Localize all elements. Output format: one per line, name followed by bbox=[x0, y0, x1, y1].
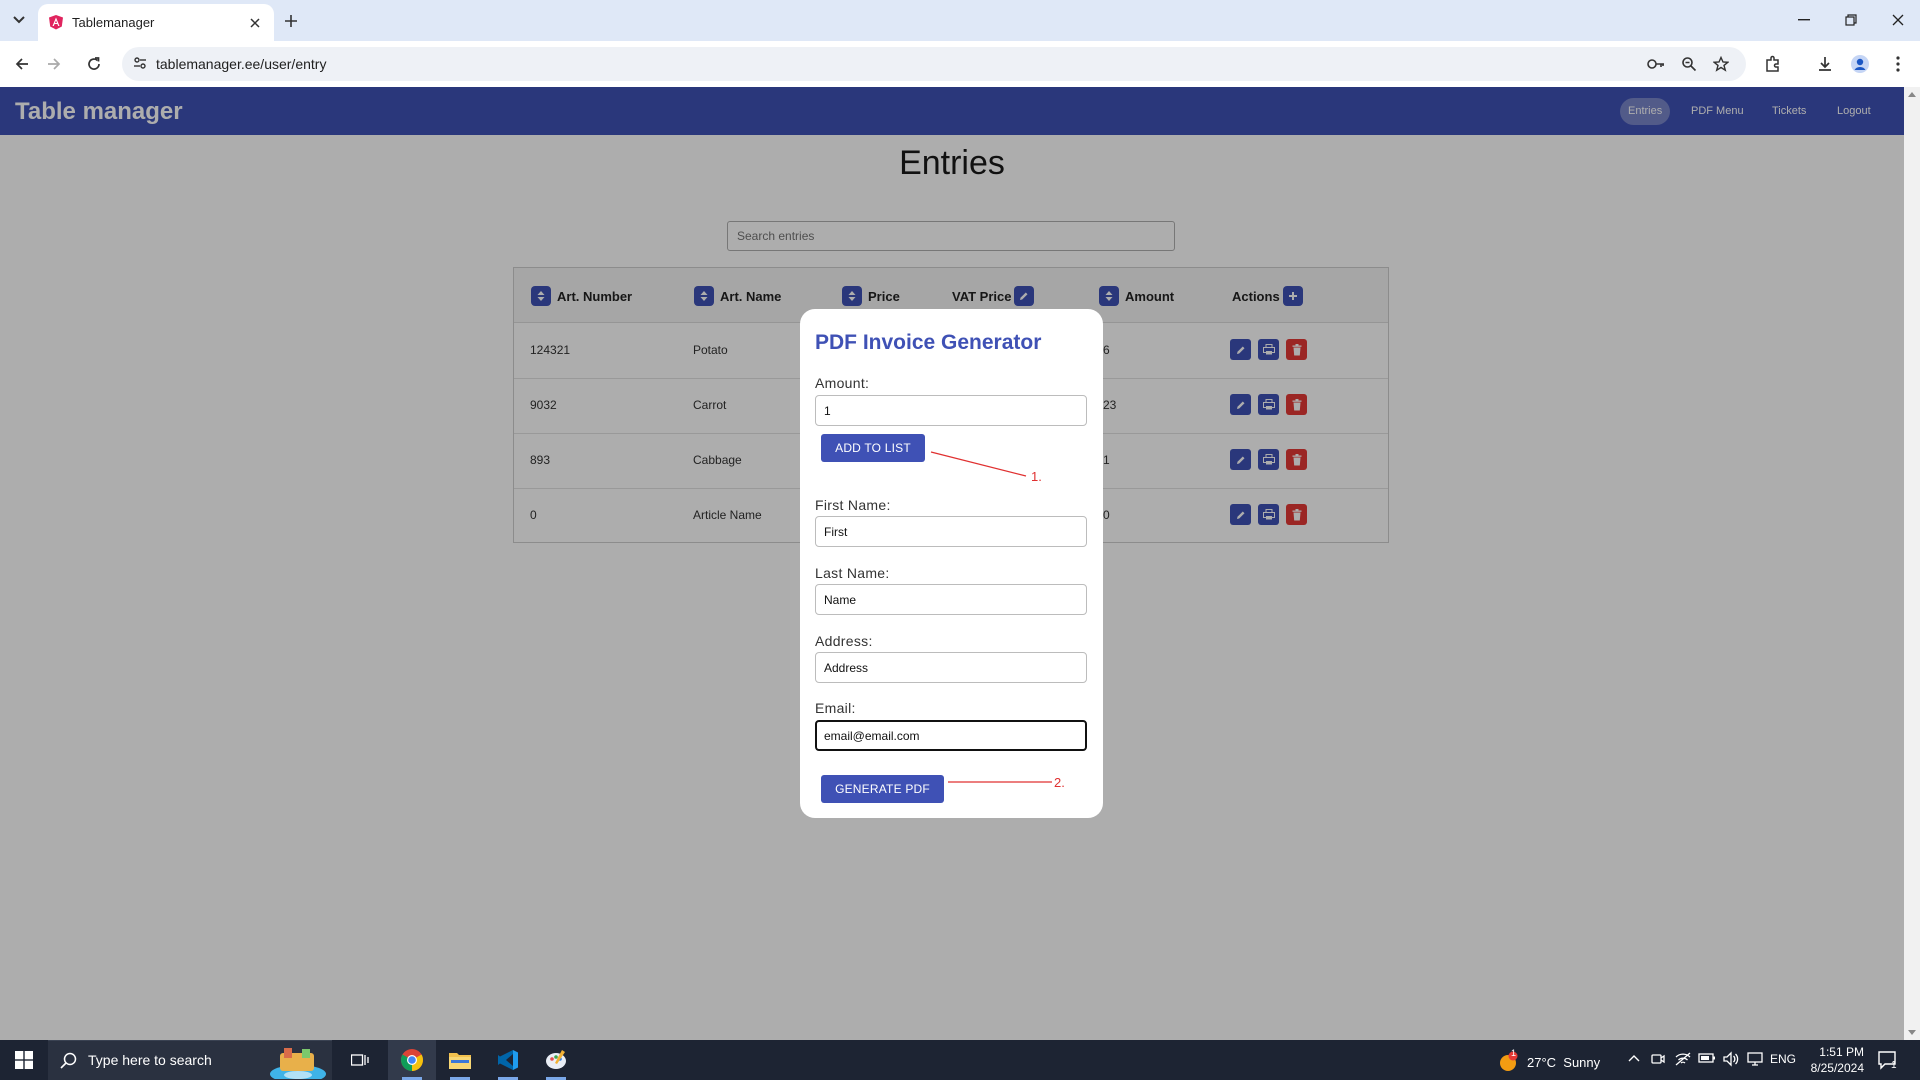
notification-count: 1 bbox=[1891, 1060, 1897, 1071]
web-page: Table manager Entries PDF Menu Tickets L… bbox=[0, 87, 1904, 1040]
bookmark-star-icon[interactable] bbox=[1710, 53, 1732, 75]
minimize-icon[interactable] bbox=[1784, 6, 1824, 34]
url-text[interactable]: tablemanager.ee/user/entry bbox=[156, 56, 326, 72]
weather-text: 27°C Sunny bbox=[1527, 1054, 1601, 1070]
close-window-icon[interactable] bbox=[1878, 6, 1918, 34]
taskbar-search-placeholder: Type here to search bbox=[88, 1052, 212, 1068]
zoom-icon[interactable] bbox=[1678, 53, 1700, 75]
site-info-icon[interactable] bbox=[132, 55, 148, 71]
angular-favicon-icon bbox=[48, 14, 64, 30]
weather-widget[interactable]: 1 27°C Sunny bbox=[1497, 1048, 1601, 1073]
show-hidden-icons-chevron-icon[interactable] bbox=[1628, 1054, 1640, 1062]
download-icon[interactable] bbox=[1813, 52, 1837, 76]
weather-badge: 1 bbox=[1510, 1048, 1516, 1058]
paint-app-icon[interactable] bbox=[532, 1040, 580, 1080]
chrome-taskbar-icon[interactable] bbox=[388, 1040, 436, 1080]
file-explorer-icon[interactable] bbox=[436, 1040, 484, 1080]
volume-icon[interactable] bbox=[1722, 1051, 1740, 1067]
browser-tab-strip: Tablemanager bbox=[0, 0, 1920, 41]
vscode-icon[interactable] bbox=[484, 1040, 532, 1080]
clock-date: 8/25/2024 bbox=[1810, 1061, 1864, 1075]
taskbar-search-box[interactable]: Type here to search bbox=[48, 1040, 332, 1080]
notification-center-icon[interactable]: 1 bbox=[1876, 1049, 1898, 1071]
battery-icon[interactable] bbox=[1698, 1051, 1716, 1065]
browser-menu-dots-icon[interactable] bbox=[1886, 52, 1910, 76]
task-view-icon[interactable] bbox=[336, 1040, 384, 1080]
extensions-puzzle-icon[interactable] bbox=[1761, 52, 1785, 76]
new-tab-plus-icon[interactable] bbox=[280, 10, 302, 32]
language-indicator[interactable]: ENG bbox=[1770, 1052, 1796, 1066]
meet-now-icon[interactable] bbox=[1650, 1051, 1666, 1067]
clock-time: 1:51 PM bbox=[1819, 1045, 1864, 1059]
search-icon bbox=[60, 1052, 77, 1069]
address-bar[interactable]: tablemanager.ee/user/entry bbox=[122, 47, 1746, 81]
tab-search-chevron-icon[interactable] bbox=[6, 9, 32, 31]
network-status-icon[interactable] bbox=[1674, 1051, 1692, 1067]
system-clock[interactable]: 1:51 PM 8/25/2024 bbox=[1806, 1044, 1864, 1076]
annotation-label-1: 1. bbox=[1031, 469, 1042, 484]
page-scrollbar[interactable] bbox=[1904, 87, 1920, 1040]
annotation-line-1 bbox=[930, 451, 1027, 477]
tab-close-icon[interactable] bbox=[246, 14, 264, 32]
display-connect-icon[interactable] bbox=[1746, 1051, 1764, 1067]
forward-arrow-icon[interactable] bbox=[40, 50, 68, 78]
browser-tab[interactable]: Tablemanager bbox=[38, 4, 274, 41]
annotation-label-2: 2. bbox=[1054, 775, 1065, 790]
windows-start-icon[interactable] bbox=[0, 1040, 48, 1080]
reload-icon[interactable] bbox=[80, 50, 108, 78]
tab-title: Tablemanager bbox=[72, 15, 155, 30]
windows-taskbar: Type here to search 1 27°C Sunny ENG 1:5… bbox=[0, 1040, 1920, 1080]
browser-toolbar: tablemanager.ee/user/entry bbox=[0, 41, 1920, 88]
restore-icon[interactable] bbox=[1831, 6, 1871, 34]
password-key-icon[interactable] bbox=[1645, 53, 1667, 75]
search-highlight-art-icon bbox=[268, 1045, 328, 1079]
profile-avatar-icon[interactable] bbox=[1848, 52, 1872, 76]
annotation-lines bbox=[930, 451, 1052, 783]
back-arrow-icon[interactable] bbox=[8, 50, 36, 78]
